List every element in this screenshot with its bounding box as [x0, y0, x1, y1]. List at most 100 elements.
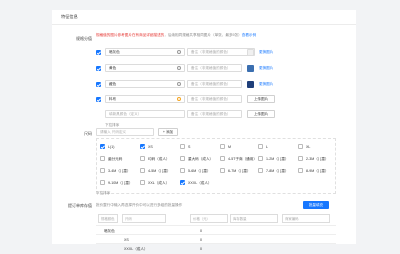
- col-header-size-label: 尺码: [125, 217, 132, 221]
- spec-row-3-change-image[interactable]: 更换图片: [259, 82, 273, 87]
- new-spec-note-input[interactable]: 备注（非规格值的颜色）: [187, 110, 242, 118]
- size-sort-hint: 下拉排序: [96, 191, 111, 195]
- spec-row-3-name[interactable]: 藏色: [105, 80, 185, 88]
- spec-row-2-checkbox[interactable]: [96, 66, 101, 71]
- spec-row-2-swatch: [247, 64, 254, 72]
- size-option-checkbox[interactable]: [258, 144, 263, 149]
- size-option-checkbox[interactable]: [298, 168, 303, 173]
- spec-row-1-swatch: [247, 48, 254, 56]
- spec-tip-link[interactable]: 查看示例: [242, 33, 256, 37]
- size-select-placeholder: 请输入 尺码定义: [100, 130, 127, 134]
- size-option-checkbox[interactable]: [220, 144, 225, 149]
- size-option-label[interactable]: L(1): [108, 145, 114, 149]
- upload-image-button[interactable]: 上传图片: [247, 95, 275, 103]
- col-header-price[interactable]: 价格（元）: [190, 214, 228, 223]
- add-size-button[interactable]: + 添加: [158, 128, 178, 136]
- new-upload-image-button[interactable]: 上传图片: [247, 110, 275, 118]
- row-1-price[interactable]: 0: [200, 229, 202, 233]
- size-option-label[interactable]: M: [228, 145, 231, 149]
- spec-row-2-note[interactable]: 备注（非规格值的颜色）: [187, 64, 242, 72]
- size-option-checkbox[interactable]: [258, 168, 263, 173]
- col-header-sku[interactable]: 商家编码: [282, 214, 330, 223]
- size-option-checkbox[interactable]: [140, 168, 145, 173]
- spec-row-2-change-image[interactable]: 更换图片: [259, 66, 273, 71]
- spec-row-4-note-placeholder: 备注（非规格值的颜色）: [191, 97, 231, 101]
- row-2-size: XS: [124, 238, 129, 242]
- size-option-checkbox[interactable]: [258, 156, 263, 161]
- size-option-label[interactable]: 7-8M（儿童）: [266, 169, 289, 174]
- col-header-size[interactable]: 尺码: [122, 214, 166, 223]
- size-option-label[interactable]: 4-5M（儿童）: [148, 169, 171, 174]
- size-option-label[interactable]: 1-2M（儿童）: [266, 157, 289, 162]
- new-spec-name-placeholder: 填新具颜色（定义）: [109, 112, 142, 116]
- size-option-label[interactable]: 6-7M（儿童）: [228, 169, 251, 174]
- size-option-label[interactable]: 菌分元码: [108, 157, 122, 162]
- row-2-price[interactable]: 0: [200, 238, 202, 242]
- clear-icon[interactable]: [177, 82, 181, 86]
- size-option-checkbox[interactable]: [100, 156, 105, 161]
- spec-row-4-note[interactable]: 备注（非规格值的颜色）: [187, 95, 242, 103]
- size-option-label[interactable]: XS: [148, 145, 153, 149]
- size-option-checkbox[interactable]: [180, 156, 185, 161]
- bulk-fill-button[interactable]: 批量填充: [303, 201, 329, 209]
- size-option-label[interactable]: XXXL（成人）: [188, 181, 212, 186]
- size-option-label[interactable]: 4-5T子商（通用）: [228, 157, 257, 162]
- spec-row-4-checkbox[interactable]: [96, 97, 101, 102]
- spec-label: 规格分值: [76, 36, 92, 41]
- size-option-label[interactable]: L: [266, 145, 268, 149]
- stock-label: 提订单库存值: [68, 203, 92, 208]
- warning-icon: [177, 97, 181, 101]
- size-option-checkbox[interactable]: [100, 144, 105, 149]
- stock-table: 规格颜色 尺码 价格（元） 库存数量 商家编码 暗灰色 0 XS 0 XXXL（…: [96, 214, 336, 254]
- size-option-checkbox[interactable]: [100, 168, 105, 173]
- size-option-label[interactable]: 8-9M（儿童）: [306, 169, 329, 174]
- size-option-label[interactable]: 3-4M（儿童）: [108, 169, 131, 174]
- size-option-checkbox[interactable]: [220, 168, 225, 173]
- col-header-color[interactable]: 规格颜色: [98, 214, 118, 223]
- col-header-stock[interactable]: 库存数量: [230, 214, 278, 223]
- stock-tip: 批价整行中输入再选择开价中可以进行多组的批量操作: [96, 203, 183, 207]
- spec-row-3-checkbox[interactable]: [96, 82, 101, 87]
- new-spec-name-input[interactable]: 填新具颜色（定义）: [105, 110, 185, 118]
- size-option-checkbox[interactable]: [100, 180, 105, 185]
- spec-row-4-name[interactable]: 料布: [105, 95, 185, 103]
- size-option-label[interactable]: 5-6M（儿童）: [188, 169, 211, 174]
- row-3-size: XXXL（成人）: [124, 247, 148, 251]
- spec-row-3-note-placeholder: 备注（非规格值的颜色）: [191, 82, 231, 86]
- size-option-checkbox[interactable]: [220, 156, 225, 161]
- size-option-checkbox[interactable]: [140, 156, 145, 161]
- clear-icon[interactable]: [177, 66, 181, 70]
- size-option-checkbox[interactable]: [298, 156, 303, 161]
- row-3-price[interactable]: 0: [200, 247, 202, 251]
- size-select[interactable]: 请输入 尺码定义: [96, 128, 154, 136]
- size-option-label[interactable]: S: [188, 145, 190, 149]
- size-option-label[interactable]: 均码（成人）: [148, 157, 170, 162]
- spec-row-1-name[interactable]: 暗灰色: [105, 48, 185, 56]
- size-option-label[interactable]: 重大码（成人）: [188, 157, 213, 162]
- spec-tip: 规格值的图片参考图片在有商品详细描述的，后续相同规格共享相同图片（单张，最多5张…: [96, 33, 256, 38]
- row-divider: [96, 234, 336, 235]
- col-header-price-label: 价格（元）: [193, 217, 210, 221]
- size-option-checkbox[interactable]: [298, 144, 303, 149]
- size-option-label[interactable]: XL: [306, 145, 310, 149]
- size-option-checkbox[interactable]: [180, 180, 185, 185]
- spec-row-2-name[interactable]: 黄色: [105, 64, 185, 72]
- spec-row-2-note-placeholder: 备注（非规格值的颜色）: [191, 66, 231, 70]
- size-option-label[interactable]: 9-10M（儿童）: [108, 181, 133, 186]
- size-option-checkbox[interactable]: [140, 144, 145, 149]
- spec-row-1-change-image[interactable]: 更换图片: [259, 50, 273, 55]
- clear-icon[interactable]: [177, 50, 181, 54]
- spec-row-3-swatch: [247, 80, 254, 88]
- size-option-label[interactable]: 2-3M（儿童）: [306, 157, 329, 162]
- col-header-sku-label: 商家编码: [285, 217, 299, 221]
- size-option-checkbox[interactable]: [140, 180, 145, 185]
- spec-row-1-note-placeholder: 备注（非规格值的颜色）: [191, 50, 231, 54]
- spec-row-1-note[interactable]: 备注（非规格值的颜色）: [187, 48, 255, 56]
- spec-row-1-checkbox[interactable]: [96, 50, 101, 55]
- size-option-checkbox[interactable]: [180, 144, 185, 149]
- spec-row-3-note[interactable]: 备注（非规格值的颜色）: [187, 80, 242, 88]
- size-option-label[interactable]: XXL（成人）: [148, 181, 169, 186]
- section-divider: [52, 24, 356, 25]
- size-option-checkbox[interactable]: [180, 168, 185, 173]
- size-label: 尺码: [84, 131, 92, 136]
